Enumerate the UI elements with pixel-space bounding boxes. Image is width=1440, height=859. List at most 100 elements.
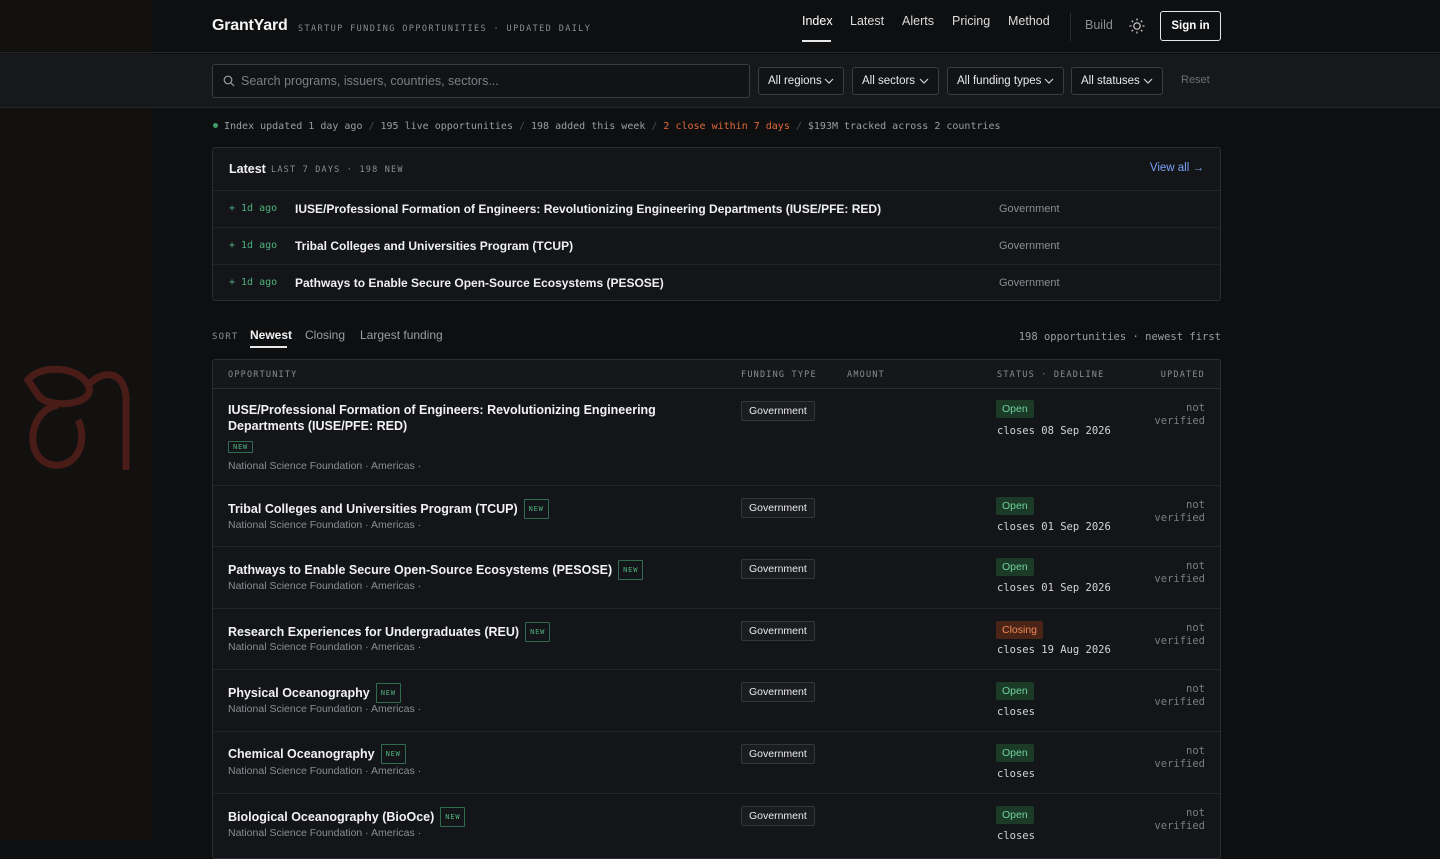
row-deadline: closes 19 Aug 2026	[997, 644, 1111, 656]
row-deadline: closes 08 Sep 2026	[997, 425, 1111, 437]
status-added: 198 added this week	[531, 121, 646, 132]
row-updated: not verified	[1145, 683, 1205, 709]
row-title[interactable]: Research Experiences for Undergraduates …	[228, 625, 519, 639]
status-tracked: $193M tracked across 2 countries	[807, 121, 1001, 132]
new-badge: NEW	[525, 622, 551, 642]
funding-type-tag: Government	[741, 744, 815, 764]
live-status-dot	[213, 123, 218, 128]
row-meta: National Science Foundation · Americas ·	[228, 765, 422, 777]
new-badge: NEW	[375, 683, 401, 703]
sort-tab-closing[interactable]: Closing	[305, 328, 345, 342]
row-title-wrap[interactable]: Physical Oceanography NEW	[228, 683, 401, 703]
row-title[interactable]: Pathways to Enable Secure Open-Source Ec…	[228, 563, 612, 577]
col-status-deadline[interactable]: STATUS · DEADLINE	[997, 370, 1104, 380]
status-updated: Index updated 1 day ago	[224, 121, 363, 132]
sort-tab-newest[interactable]: Newest	[250, 328, 292, 342]
latest-row[interactable]: + 1d ago IUSE/Professional Formation of …	[213, 191, 1220, 228]
row-updated-line1: not	[1186, 683, 1205, 695]
table-row[interactable]: Chemical Oceanography NEW National Scienc…	[213, 732, 1220, 794]
row-updated-line2: verified	[1154, 696, 1205, 708]
latest-row-time: + 1d ago	[229, 203, 278, 214]
col-amount[interactable]: AMOUNT	[847, 370, 885, 380]
row-meta: National Science Foundation · Americas ·	[228, 460, 422, 472]
sectors-dropdown-label: All sectors	[862, 75, 916, 87]
row-updated-line1: not	[1186, 402, 1205, 414]
search-box[interactable]	[212, 64, 750, 98]
row-updated: not verified	[1145, 622, 1205, 648]
funding-type-tag: Government	[741, 401, 815, 421]
col-opportunity[interactable]: OPPORTUNITY	[228, 370, 298, 380]
col-funding-type[interactable]: FUNDING TYPE	[741, 370, 817, 380]
latest-row[interactable]: + 1d ago Pathways to Enable Secure Open-…	[213, 265, 1220, 302]
sort-label: SORT	[212, 332, 239, 342]
row-title-wrap[interactable]: Chemical Oceanography NEW	[228, 744, 406, 764]
sectors-dropdown[interactable]: All sectors	[852, 67, 939, 95]
table-row[interactable]: Physical Oceanography NEW National Scienc…	[213, 670, 1220, 732]
theme-toggle-sun-icon[interactable]	[1128, 17, 1146, 35]
col-updated[interactable]: UPDATED	[1161, 370, 1205, 380]
table-row[interactable]: IUSE/Professional Formation of Engineers…	[213, 389, 1220, 486]
sign-in-button[interactable]: Sign in	[1160, 11, 1221, 41]
reset-filters-button[interactable]: Reset	[1181, 74, 1210, 86]
row-updated-line2: verified	[1154, 415, 1205, 427]
sort-active-indicator	[250, 346, 287, 348]
row-deadline: closes	[997, 768, 1035, 780]
latest-row-title[interactable]: Tribal Colleges and Universities Program…	[295, 239, 573, 253]
table-row[interactable]: Research Experiences for Undergraduates …	[213, 609, 1220, 670]
search-icon	[223, 75, 235, 87]
row-updated-line2: verified	[1154, 512, 1205, 524]
row-title[interactable]: Biological Oceanography (BioOce)	[228, 810, 434, 824]
row-deadline: closes	[997, 706, 1035, 718]
row-title[interactable]: Chemical Oceanography	[228, 747, 375, 761]
table-row[interactable]: Tribal Colleges and Universities Program…	[213, 486, 1220, 547]
side-decor-band	[0, 0, 152, 840]
row-title[interactable]: IUSE/Professional Formation of Engineers…	[228, 402, 718, 434]
new-badge: NEW	[440, 807, 466, 827]
decor-logo-icon	[23, 365, 130, 470]
row-updated: not verified	[1145, 745, 1205, 771]
row-updated: not verified	[1145, 560, 1205, 586]
row-updated: not verified	[1145, 402, 1205, 428]
table-row[interactable]: Biological Oceanography (BioOce) NEW Nati…	[213, 794, 1220, 858]
row-title[interactable]: Tribal Colleges and Universities Program…	[228, 502, 518, 516]
view-all-link[interactable]: View all →	[1150, 162, 1204, 174]
statuses-dropdown-label: All statuses	[1081, 75, 1140, 87]
row-title-wrap[interactable]: Pathways to Enable Secure Open-Source Ec…	[228, 560, 644, 580]
sort-tab-largest-funding[interactable]: Largest funding	[360, 328, 443, 342]
statuses-dropdown[interactable]: All statuses	[1071, 67, 1163, 95]
funding-types-dropdown[interactable]: All funding types	[947, 67, 1064, 95]
row-meta: National Science Foundation · Americas ·	[228, 580, 422, 592]
status-badge: Open	[996, 400, 1034, 418]
brand-logo[interactable]: GrantYard	[212, 17, 288, 35]
brand-tagline: STARTUP FUNDING OPPORTUNITIES · UPDATED …	[298, 24, 592, 34]
latest-row-title[interactable]: IUSE/Professional Formation of Engineers…	[295, 202, 881, 216]
latest-row[interactable]: + 1d ago Tribal Colleges and Universitie…	[213, 228, 1220, 265]
chevron-down-icon	[824, 78, 834, 84]
row-updated-line2: verified	[1154, 635, 1205, 647]
latest-row-type: Government	[999, 240, 1060, 252]
row-deadline: closes	[997, 830, 1035, 842]
nav-alerts[interactable]: Alerts	[902, 14, 934, 28]
nav-pricing[interactable]: Pricing	[952, 14, 990, 28]
row-deadline: closes 01 Sep 2026	[997, 521, 1111, 533]
status-badge: Closing	[996, 621, 1044, 639]
nav-build[interactable]: Build	[1085, 18, 1113, 32]
row-title[interactable]: Physical Oceanography	[228, 686, 370, 700]
nav-method[interactable]: Method	[1008, 14, 1050, 28]
row-title-wrap[interactable]: Biological Oceanography (BioOce) NEW	[228, 807, 466, 827]
table-row[interactable]: Pathways to Enable Secure Open-Source Ec…	[213, 547, 1220, 609]
row-meta: National Science Foundation · Americas ·	[228, 519, 422, 531]
latest-row-time: + 1d ago	[229, 240, 278, 251]
nav-latest[interactable]: Latest	[850, 14, 884, 28]
row-title-wrap[interactable]: Research Experiences for Undergraduates …	[228, 622, 551, 642]
latest-row-title[interactable]: Pathways to Enable Secure Open-Source Ec…	[295, 276, 664, 290]
status-badge: Open	[996, 744, 1034, 762]
search-input[interactable]	[241, 65, 741, 97]
latest-row-type: Government	[999, 203, 1060, 215]
new-badge: NEW	[618, 560, 644, 580]
status-live: 195 live opportunities	[380, 121, 513, 132]
regions-dropdown[interactable]: All regions	[758, 67, 844, 95]
nav-index[interactable]: Index	[802, 14, 833, 28]
new-badge: NEW	[228, 441, 254, 453]
row-title-wrap[interactable]: Tribal Colleges and Universities Program…	[228, 499, 549, 519]
